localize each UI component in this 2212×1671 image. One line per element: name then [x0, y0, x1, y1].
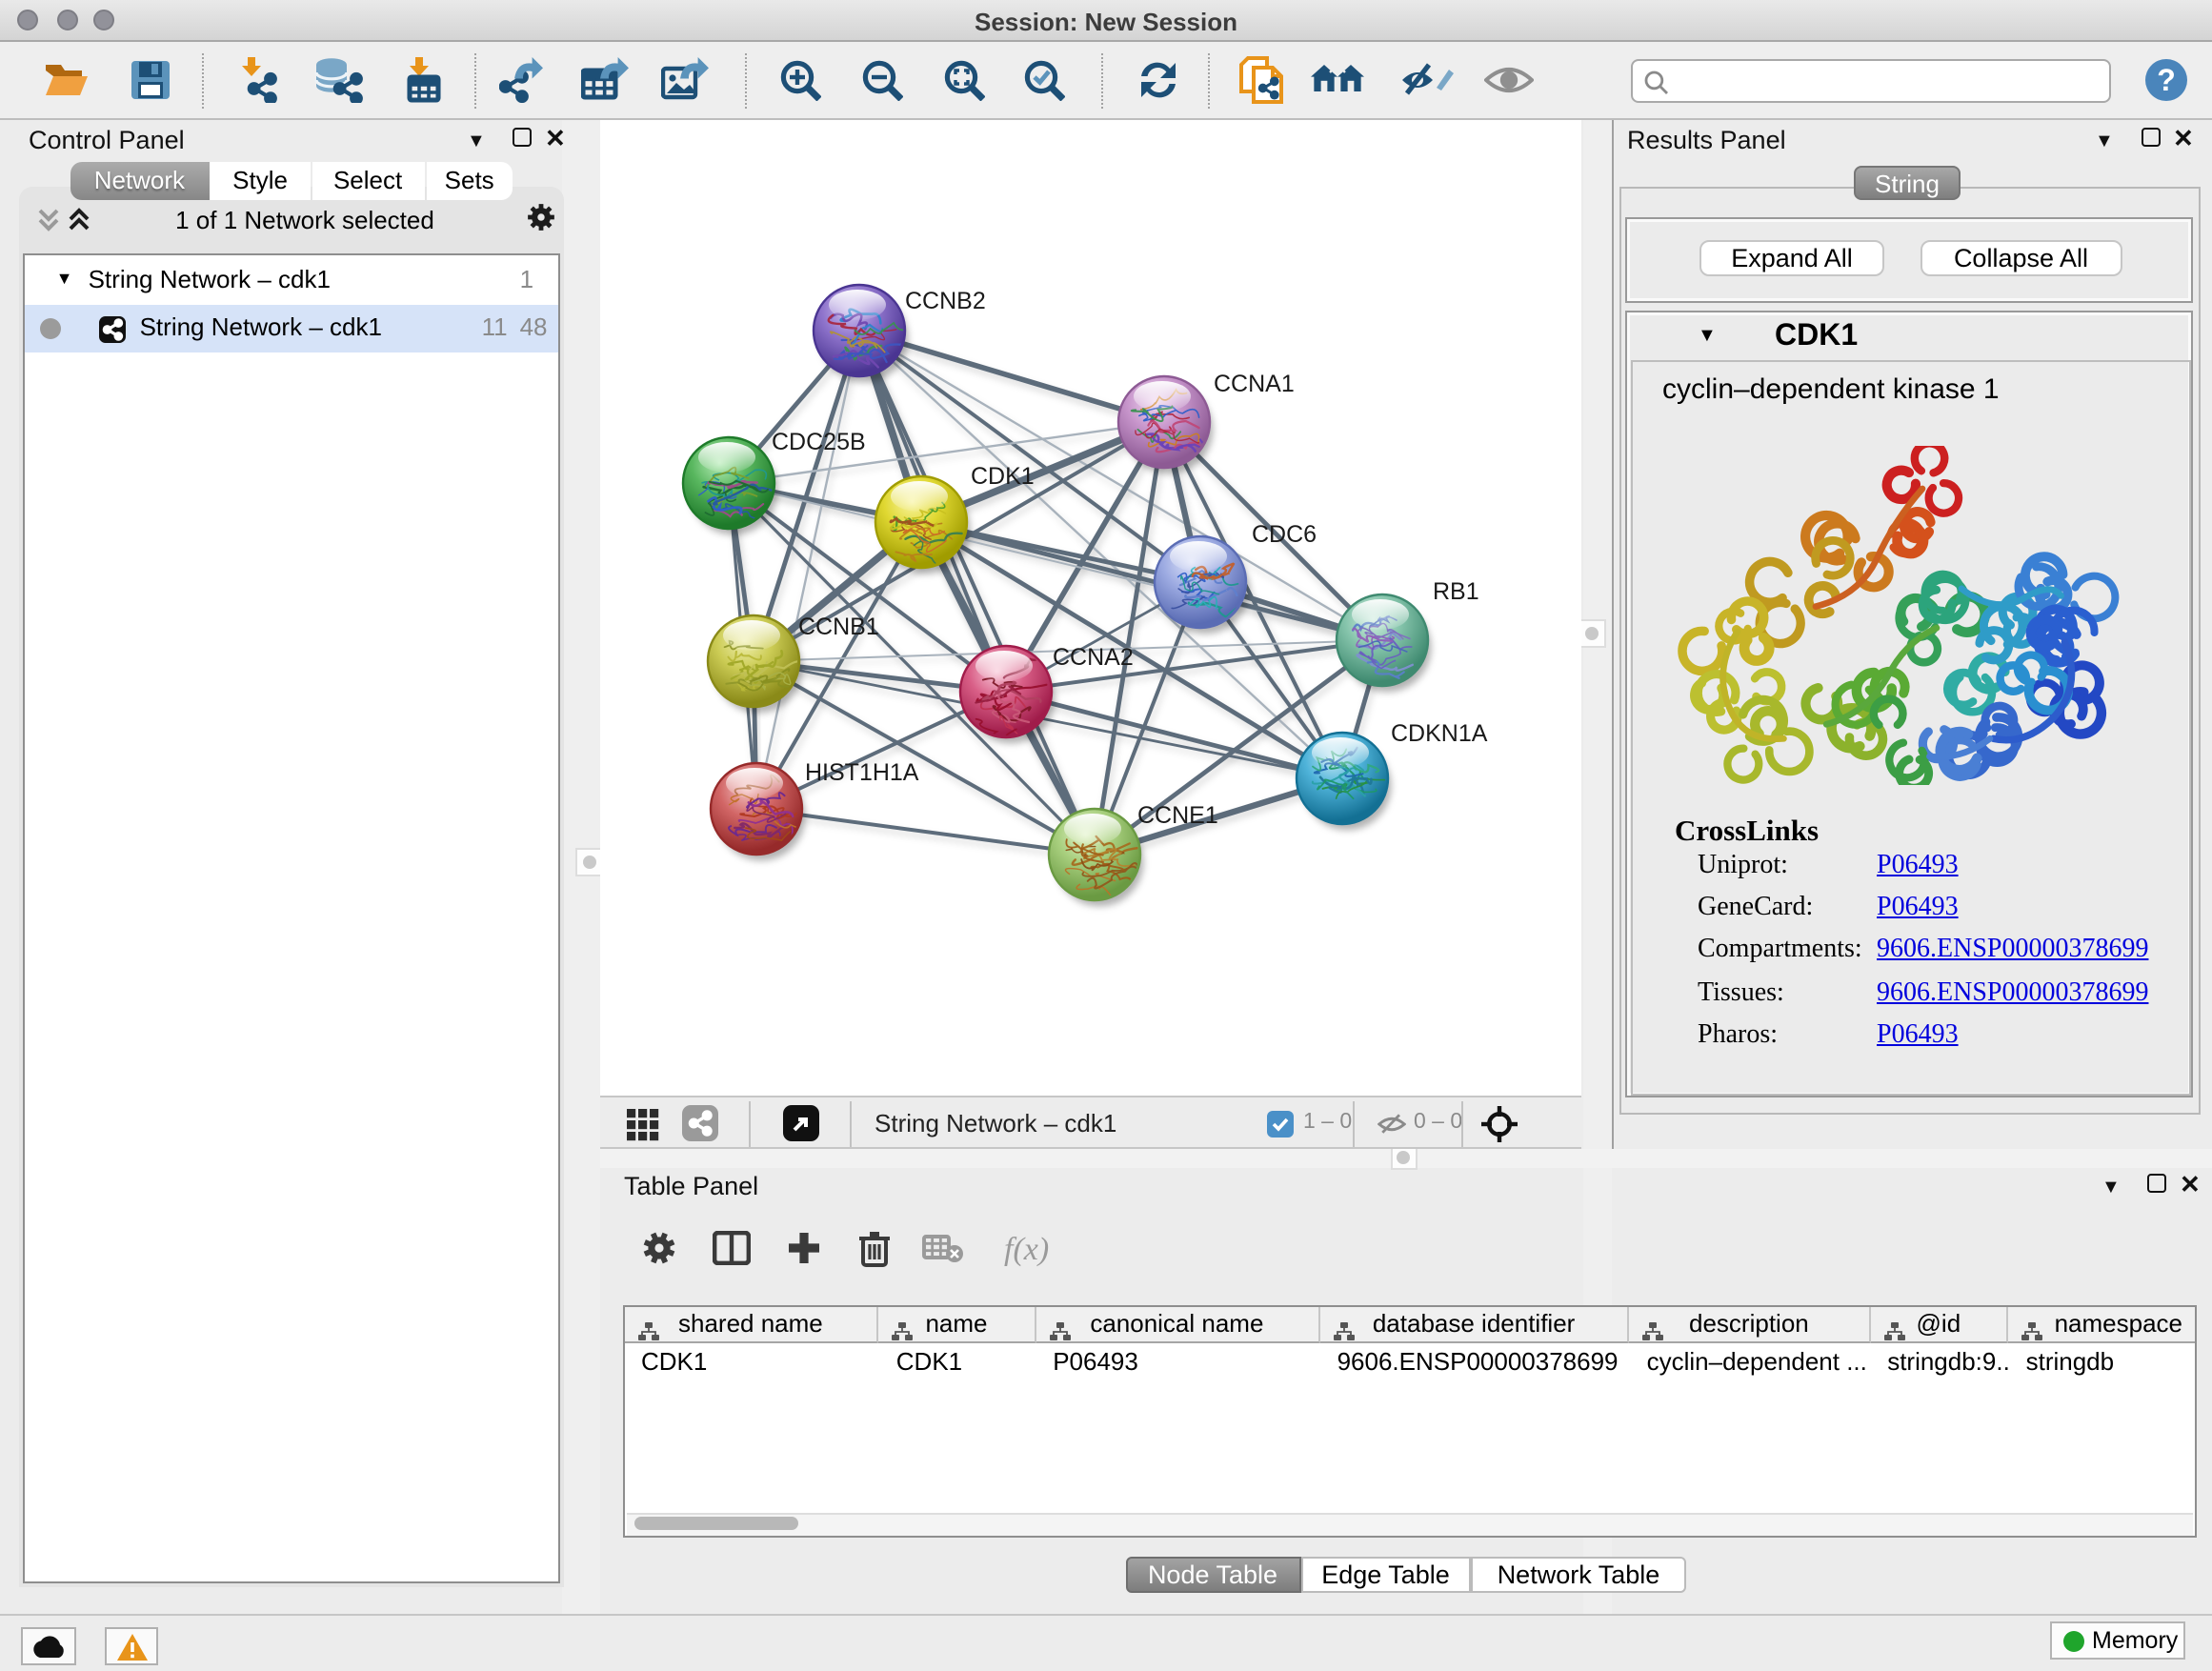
svg-text:CDKN1A: CDKN1A [1391, 719, 1488, 746]
svg-text:CCNB2: CCNB2 [905, 287, 986, 313]
svg-text:CCNA1: CCNA1 [1214, 370, 1295, 396]
svg-text:CDC25B: CDC25B [772, 428, 866, 454]
svg-text:CDK1: CDK1 [971, 462, 1035, 489]
svg-text:CCNA2: CCNA2 [1053, 643, 1134, 670]
svg-text:CDC6: CDC6 [1252, 520, 1317, 547]
svg-text:HIST1H1A: HIST1H1A [805, 758, 919, 785]
svg-text:?: ? [2157, 63, 2176, 97]
svg-text:CCNB1: CCNB1 [798, 613, 879, 639]
svg-text:CCNE1: CCNE1 [1137, 801, 1218, 828]
svg-text:RB1: RB1 [1433, 577, 1479, 604]
